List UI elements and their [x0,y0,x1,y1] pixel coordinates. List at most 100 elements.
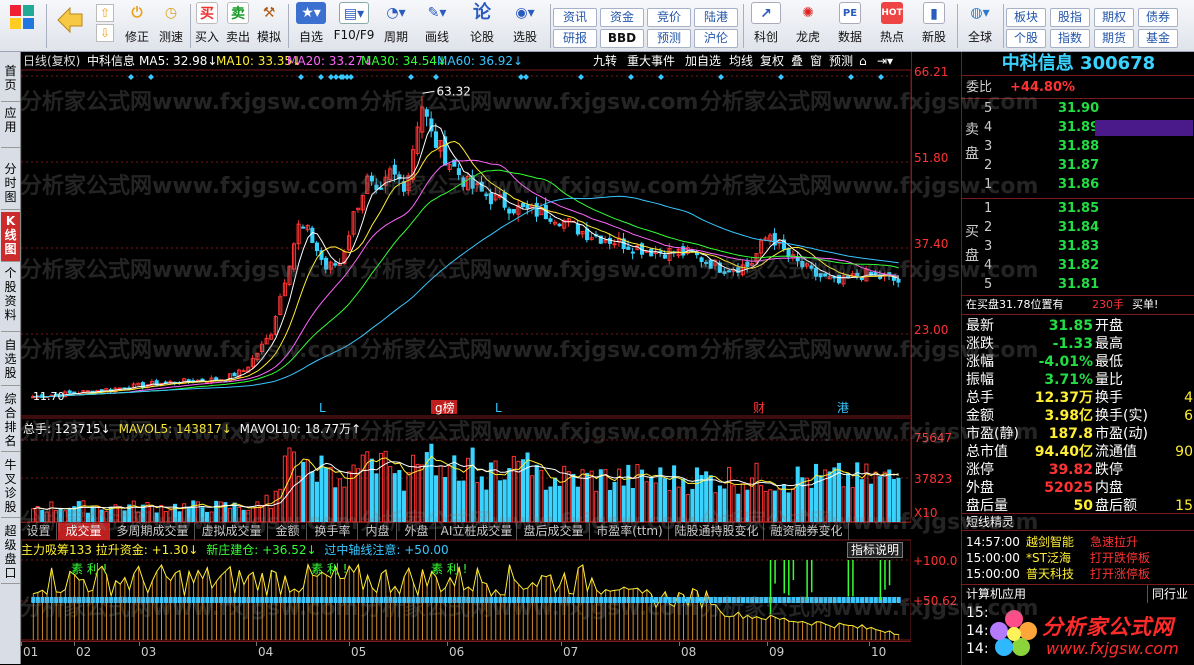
window-button[interactable]: 窗 [810,52,822,70]
sell-row[interactable]: 1 31.86 [962,176,1194,194]
bonds-button[interactable]: 债券 [1138,8,1178,27]
indices-button[interactable]: 指数 [1050,29,1090,48]
back-button[interactable] [52,2,88,50]
indicator-explain-button[interactable]: 指标说明 [847,542,904,558]
sell-row[interactable]: 5 31.90 [962,100,1194,118]
down-arrow-icon[interactable]: ⇩ [96,24,114,42]
axis-dot [136,597,141,603]
tab-diagnosis[interactable]: 牛叉诊股 [1,456,20,518]
jingling-title[interactable]: 短线精灵 [962,513,1194,531]
funds-button[interactable]: 基金 [1138,29,1178,48]
sell-row[interactable]: 4 31.89 [962,119,1194,137]
volume-bar [310,471,315,523]
tab-virtual-volume[interactable]: 虚拟成交量 [196,523,268,540]
simulate-button[interactable]: ⚒ 模拟 [255,2,283,50]
jingling-item[interactable]: 15:00:00 普天科技 打开涨停板 [962,566,1194,582]
lock-icon[interactable]: ⌂ [859,52,867,70]
data-button[interactable]: PE 数据 [831,2,869,50]
index-futures-button[interactable]: 股指 [1050,8,1090,27]
axis-dot [741,597,746,603]
shanghai-london-button[interactable]: 沪伦 [694,29,738,48]
tab-after-hours-volume[interactable]: 盘后成交量 [518,523,590,540]
buy-row[interactable]: 5 31.81 [962,276,1194,294]
tab-turnover[interactable]: 换手率 [308,523,358,540]
correction-button[interactable]: ⏻ 修正 [120,2,154,50]
volume-bar [653,482,658,523]
dragon-tiger-button[interactable]: ✺ 龙虎 [789,2,827,50]
volume-bar [328,467,333,523]
tab-multi-period-volume[interactable]: 多周期成交量 [111,523,195,540]
news-button[interactable]: 资讯 [553,8,597,27]
buy-row[interactable]: 1 31.85 [962,200,1194,218]
options-button[interactable]: 期权 [1094,8,1134,27]
tab-pe-ttm[interactable]: 市盈率(ttm) [591,523,669,540]
nine-turn-button[interactable]: 九转 [593,52,617,70]
buy-row[interactable]: 4 31.82 [962,257,1194,275]
jingling-item[interactable]: 14:57:00 越剑智能 急速拉升 [962,534,1194,550]
tab-inner[interactable]: 内盘 [359,523,397,540]
windows-grid-button[interactable] [4,2,40,50]
sector-button[interactable]: 板块 [1006,8,1046,27]
star-market-button[interactable]: ↗ 科创 [747,2,785,50]
ma-toggle-button[interactable]: 均线 [729,52,753,70]
auction-button[interactable]: 竞价 [647,8,691,27]
tab-peers[interactable]: 同行业 [1147,585,1188,603]
stocks-button[interactable]: 个股 [1006,29,1046,48]
tab-intraday[interactable]: 分时图 [1,160,20,210]
futures-button[interactable]: 期货 [1094,29,1134,48]
forum-button[interactable]: 论 论股 [464,2,500,50]
chart-area[interactable]: 63.32 11.70 Lg榜 L 财 港素 利 ! 素 利 ! 素 利 ! 日线(复权) 中… [21,52,911,664]
overlay-button[interactable]: 叠 [791,52,803,70]
tab-apps[interactable]: 应用 [1,104,20,148]
screener-button[interactable]: ◉▾ 选股 [505,2,545,50]
tab-amount[interactable]: 金额 [269,523,307,540]
add-watchlist-button[interactable]: 加自选 [685,52,721,70]
tab-watchlist[interactable]: 自选股 [1,336,20,386]
jingling-item[interactable]: 15:00:00 *ST泛海 打开跌停板 [962,550,1194,566]
tab-super-handicap[interactable]: 超级盘口 [1,522,20,584]
ipo-button[interactable]: ▮ 新股 [915,2,953,50]
drawline-button[interactable]: ✎▾ 画线 [418,2,456,50]
fund-button[interactable]: 资金 [600,8,644,27]
major-events-button[interactable]: 重大事件 [627,52,675,70]
volume-bar [891,478,896,523]
sell-button[interactable]: 卖 卖出 [224,2,252,50]
up-arrow-icon[interactable]: ⇧ [96,4,114,22]
buy-button[interactable]: 买 买入 [193,2,221,50]
research-button[interactable]: 研报 [553,29,597,48]
chart-canvas[interactable]: 63.32 11.70 L g榜 L 财 港素 利 ! 素 利 ! 素 利 ! [21,52,911,664]
tab-stock-info[interactable]: 个股资料 [1,264,20,332]
forecast-button[interactable]: 预测 [647,29,691,48]
tab-kline[interactable]: K线图 [1,212,20,262]
adjust-button[interactable]: 复权 [760,52,784,70]
tab-hk-holdings[interactable]: 陆股通持股变化 [670,523,764,540]
tab-volume[interactable]: 成交量 [58,523,110,540]
tab-ranking[interactable]: 综合排名 [1,390,20,452]
predict-button[interactable]: 预测 [829,52,853,70]
tab-outer[interactable]: 外盘 [398,523,436,540]
hotspot-button[interactable]: HOT 热点 [873,2,911,50]
axis-dot [58,597,63,603]
forum-label: 论股 [469,30,494,44]
sell-row[interactable]: 2 31.87 [962,157,1194,175]
period-button[interactable]: ◔▾ 周期 [378,2,414,50]
tab-industry[interactable]: 计算机应用 [966,585,1026,603]
tab-settings[interactable]: 设置 [21,523,57,540]
hk-connect-button[interactable]: 陆港 [694,8,738,27]
up-down-buttons[interactable]: ⇧ ⇩ [94,2,116,50]
tab-margin-change[interactable]: 融资融券变化 [765,523,849,540]
tab-home[interactable]: 首页 [1,62,20,102]
sell-row[interactable]: 3 31.88 [962,138,1194,156]
bbd-button[interactable]: BBD [600,29,644,48]
tab-ai-volume[interactable]: AI立桩成交量 [437,523,517,540]
watchlist-button[interactable]: ★▾ 自选 [292,2,330,50]
watchlist-label: 自选 [298,30,323,44]
speedtest-button[interactable]: ◷ 测速 [156,2,186,50]
expand-icon[interactable]: ⇥▾ [877,52,893,70]
indicator-text: 素 利 ! [311,562,347,576]
f10-button[interactable]: ▤▾ F10/F9 [333,2,375,50]
buy-row[interactable]: 3 31.83 [962,238,1194,256]
global-button[interactable]: ◍▾ 全球 [961,2,999,50]
axis-dot [791,597,796,603]
buy-row[interactable]: 2 31.84 [962,219,1194,237]
